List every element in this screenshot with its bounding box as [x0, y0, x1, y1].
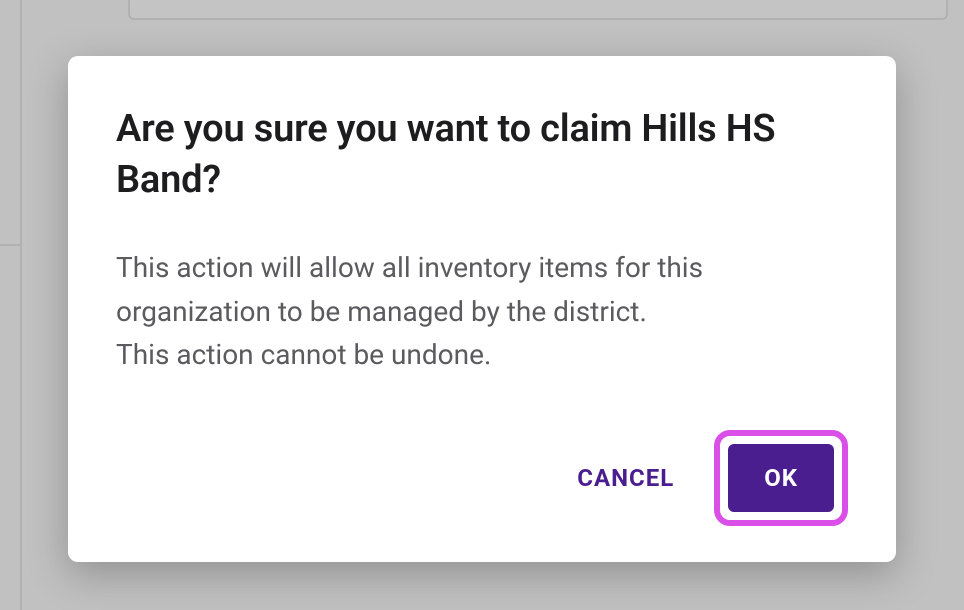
modal-overlay: Are you sure you want to claim Hills HS …	[0, 0, 964, 610]
dialog-body: This action will allow all inventory ite…	[116, 246, 848, 376]
cancel-button[interactable]: CANCEL	[565, 446, 686, 510]
dialog-body-line2: This action cannot be undone.	[116, 333, 848, 376]
ok-button[interactable]: OK	[728, 444, 834, 512]
ok-button-highlight: OK	[714, 430, 848, 526]
dialog-body-line1: This action will allow all inventory ite…	[116, 246, 848, 333]
confirm-dialog: Are you sure you want to claim Hills HS …	[68, 56, 896, 563]
dialog-actions: CANCEL OK	[116, 430, 848, 526]
dialog-title: Are you sure you want to claim Hills HS …	[116, 104, 848, 207]
